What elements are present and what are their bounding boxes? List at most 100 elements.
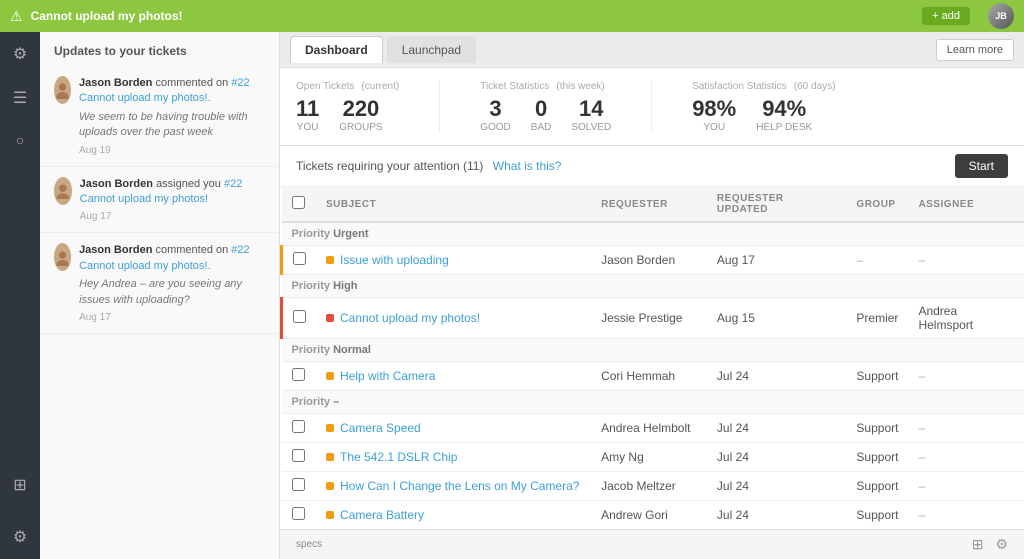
- row-subject: Camera Battery: [316, 501, 591, 530]
- ticket-update: Jason Borden assigned you #22 Cannot upl…: [40, 167, 279, 234]
- row-requester: Andrew Gori: [591, 501, 707, 530]
- row-select-checkbox[interactable]: [292, 368, 305, 381]
- row-select-checkbox[interactable]: [292, 420, 305, 433]
- menu-icon[interactable]: ☰: [9, 84, 31, 112]
- grid-bottom-icon[interactable]: ⊞: [972, 536, 984, 553]
- learn-more-button[interactable]: Learn more: [936, 39, 1014, 61]
- row-subject: Camera Speed: [316, 414, 591, 443]
- table-row: The 542.1 DSLR Chip Amy Ng Jul 24 Suppor…: [282, 443, 1024, 472]
- tabs: Dashboard Launchpad: [290, 36, 476, 63]
- select-all-checkbox[interactable]: [292, 196, 305, 209]
- ticket-subject-link[interactable]: Camera Speed: [340, 421, 421, 435]
- comment-body: Hey Andrea – are you seeing any issues w…: [79, 277, 265, 308]
- row-select-checkbox[interactable]: [292, 507, 305, 520]
- row-subject: Help with Camera: [316, 362, 591, 391]
- attention-text: Tickets requiring your attention (11): [296, 159, 483, 173]
- row-requester: Amy Ng: [591, 443, 707, 472]
- row-assignee: –: [908, 472, 1024, 501]
- search-icon[interactable]: ○: [12, 128, 28, 152]
- update-date: Aug 19: [79, 145, 265, 156]
- row-assignee: –: [908, 414, 1024, 443]
- ticket-stats-title: Ticket Statistics (this week): [480, 80, 611, 92]
- avatar: [54, 76, 71, 104]
- row-requester: Jessie Prestige: [591, 298, 707, 339]
- row-requester: Jacob Meltzer: [591, 472, 707, 501]
- ticket-subject-link[interactable]: Help with Camera: [340, 369, 435, 383]
- satisfaction-statistics-group: Satisfaction Statistics (60 days) 98% YO…: [692, 80, 835, 133]
- row-select-checkbox[interactable]: [293, 310, 306, 323]
- row-updated: Aug 15: [707, 298, 847, 339]
- tab-launchpad[interactable]: Launchpad: [387, 36, 476, 63]
- row-requester: Jason Borden: [591, 246, 707, 275]
- row-updated: Jul 24: [707, 472, 847, 501]
- priority-indicator: [326, 256, 334, 264]
- ticket-subject-link[interactable]: Camera Battery: [340, 508, 424, 522]
- avatar: [54, 177, 72, 205]
- row-updated: Jul 24: [707, 362, 847, 391]
- ticket-subject-link[interactable]: Cannot upload my photos!: [340, 311, 480, 325]
- col-requester: REQUESTER: [591, 187, 707, 222]
- stat-bad: 0 BAD: [531, 98, 552, 133]
- row-select-checkbox[interactable]: [292, 449, 305, 462]
- row-select-checkbox[interactable]: [292, 478, 305, 491]
- sidebar-icons: ⚙ ☰ ○ ⊞ ⚙: [0, 32, 40, 559]
- open-tickets-group: Open Tickets (current) 11 YOU 220 GROUPS: [296, 80, 399, 133]
- stat-good: 3 GOOD: [480, 98, 511, 133]
- stat-groups: 220 GROUPS: [339, 98, 382, 133]
- main-panel: Dashboard Launchpad Learn more Open Tick…: [280, 32, 1024, 559]
- ticket-subject-link[interactable]: How Can I Change the Lens on My Camera?: [340, 479, 579, 493]
- bottom-bar: specs ⊞ ⚙: [280, 529, 1024, 559]
- row-checkbox: [282, 443, 317, 472]
- priority-indicator: [326, 372, 334, 380]
- settings-icon[interactable]: ⚙: [9, 40, 31, 68]
- table-row: Help with Camera Cori Hemmah Jul 24 Supp…: [282, 362, 1024, 391]
- row-assignee: –: [908, 443, 1024, 472]
- row-subject: Issue with uploading: [316, 246, 591, 275]
- grid-icon[interactable]: ⊞: [9, 471, 30, 499]
- ticket-subject-link[interactable]: Issue with uploading: [340, 253, 449, 267]
- alert-text: Cannot upload my photos!: [31, 9, 915, 23]
- ticket-subject-link[interactable]: The 542.1 DSLR Chip: [340, 450, 457, 464]
- priority-indicator: [326, 511, 334, 519]
- avatar[interactable]: JB: [988, 3, 1014, 29]
- stats-row: Open Tickets (current) 11 YOU 220 GROUPS: [280, 68, 1024, 146]
- tickets-table: SUBJECT REQUESTER REQUESTER UPDATED GROU…: [280, 187, 1024, 529]
- add-button[interactable]: + add: [922, 7, 970, 25]
- specs-text: specs: [296, 539, 322, 550]
- priority-header-normal: Priority Normal: [282, 339, 1024, 362]
- comment-body: We seem to be having trouble with upload…: [79, 110, 265, 141]
- tab-dashboard[interactable]: Dashboard: [290, 36, 383, 63]
- row-updated: Jul 24: [707, 501, 847, 530]
- gear-icon[interactable]: ⚙: [9, 523, 31, 551]
- settings-bottom-icon[interactable]: ⚙: [995, 536, 1008, 553]
- stat-satisfaction-you: 98% YOU: [692, 98, 736, 133]
- start-button[interactable]: Start: [955, 154, 1008, 178]
- row-subject: Cannot upload my photos!: [316, 298, 591, 339]
- priority-indicator: [326, 314, 334, 322]
- avatar-initials: JB: [995, 11, 1007, 21]
- col-checkbox: [282, 187, 317, 222]
- open-tickets-title: Open Tickets (current): [296, 80, 399, 92]
- what-is-this-link[interactable]: What is this?: [493, 159, 562, 173]
- row-checkbox: [282, 362, 317, 391]
- row-group: Premier: [846, 298, 908, 339]
- row-group: Support: [846, 501, 908, 530]
- update-date: Aug 17: [79, 312, 265, 323]
- row-assignee: –: [908, 362, 1024, 391]
- tabs-bar: Dashboard Launchpad Learn more: [280, 32, 1024, 68]
- row-requester: Cori Hemmah: [591, 362, 707, 391]
- row-checkbox: [282, 501, 317, 530]
- ticket-statistics-group: Ticket Statistics (this week) 3 GOOD 0 B…: [480, 80, 611, 133]
- priority-header-high: Priority High: [282, 275, 1024, 298]
- col-subject: SUBJECT: [316, 187, 591, 222]
- priority-indicator: [326, 424, 334, 432]
- col-updated: REQUESTER UPDATED: [707, 187, 847, 222]
- row-group: Support: [846, 443, 908, 472]
- row-checkbox: [282, 298, 317, 339]
- author-name: Jason Borden: [80, 178, 153, 190]
- row-select-checkbox[interactable]: [293, 252, 306, 265]
- stat-satisfaction-helpdesk: 94% HELP DESK: [756, 98, 812, 133]
- priority-indicator: [326, 482, 334, 490]
- updates-title: Updates to your tickets: [40, 32, 279, 66]
- author-name: Jason Borden: [79, 244, 152, 256]
